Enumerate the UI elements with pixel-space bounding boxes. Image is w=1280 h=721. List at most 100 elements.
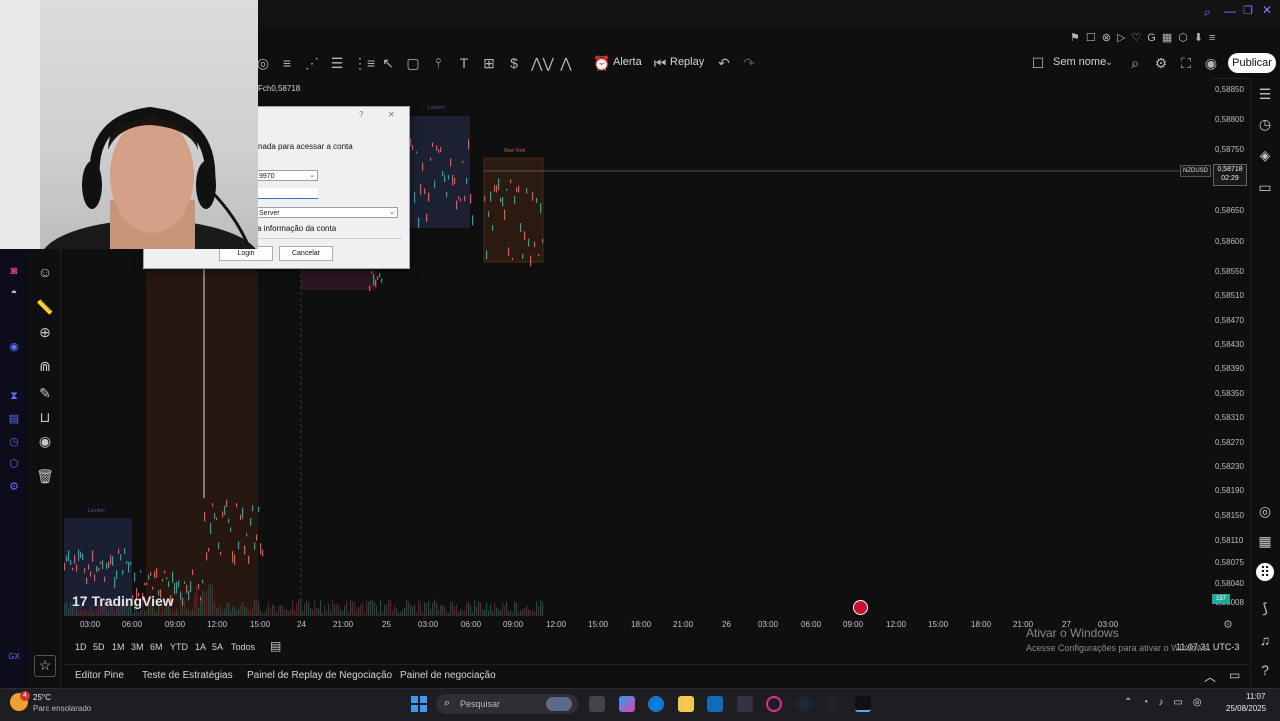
- password-field[interactable]: [256, 188, 318, 199]
- minimize-icon[interactable]: —: [1224, 4, 1236, 18]
- rectangle-icon[interactable]: ▢: [404, 55, 422, 71]
- replay-icon[interactable]: ⏮: [651, 55, 669, 71]
- quick-search-icon[interactable]: ⌕: [1126, 55, 1144, 71]
- weather-temp[interactable]: 25°C: [33, 693, 51, 702]
- replay-button[interactable]: Replay: [670, 56, 704, 68]
- nav-circle-icon[interactable]: ◉: [6, 340, 22, 354]
- alerts-clock-icon[interactable]: ◷: [1256, 115, 1274, 133]
- range-ytd-button[interactable]: YTD: [170, 642, 188, 652]
- dialog-help-button[interactable]: ?: [359, 110, 363, 119]
- calendar-icon[interactable]: ▦: [1256, 532, 1274, 550]
- obs-icon[interactable]: [826, 696, 842, 712]
- pencil-lock-icon[interactable]: ✎: [36, 384, 54, 402]
- range-1m-button[interactable]: 1M: [112, 642, 125, 652]
- taskbar-date[interactable]: 25/08/2025: [1226, 704, 1266, 713]
- undo-icon[interactable]: ↶: [715, 55, 733, 71]
- price-note-icon[interactable]: $: [505, 55, 523, 71]
- weather-desc[interactable]: Parc ensolarado: [33, 704, 91, 713]
- publish-button[interactable]: Publicar: [1228, 53, 1276, 73]
- trend-lines-icon[interactable]: ⋰: [303, 55, 321, 71]
- nav-settings-icon[interactable]: ⚙: [6, 480, 22, 494]
- search-icon[interactable]: ⌕: [1204, 5, 1211, 20]
- text-icon[interactable]: T: [455, 55, 473, 71]
- lock-icon[interactable]: ⊔: [36, 408, 54, 426]
- close-icon[interactable]: ✕: [1262, 3, 1272, 17]
- nav-puzzle-icon[interactable]: ⬡: [6, 457, 22, 471]
- range-6m-button[interactable]: 6M: [150, 642, 163, 652]
- elliott-icon[interactable]: ⋀: [557, 55, 575, 71]
- discord-icon[interactable]: ◓: [6, 287, 22, 301]
- magnet-icon[interactable]: ⋒: [36, 357, 54, 375]
- taskbar-search[interactable]: ⌕ Pesquisar: [436, 694, 578, 714]
- layout-name-button[interactable]: Sem nome: [1053, 56, 1106, 68]
- windows-start-icon[interactable]: [411, 696, 427, 712]
- range-3m-button[interactable]: 3M: [131, 642, 144, 652]
- outlook-icon[interactable]: [707, 696, 723, 712]
- calculator-icon[interactable]: [737, 696, 753, 712]
- broadcast-icon[interactable]: ⟆: [1256, 599, 1274, 617]
- login-field[interactable]: 9970 ⌄: [256, 170, 318, 181]
- favorites-star-icon[interactable]: ☆: [34, 655, 56, 677]
- pattern-icon[interactable]: ⋀⋁: [531, 55, 554, 71]
- alert-button[interactable]: Alerta: [613, 56, 642, 68]
- maximize-icon[interactable]: ❐: [1243, 4, 1253, 17]
- opera-gx-icon[interactable]: [766, 696, 782, 712]
- trash-icon[interactable]: 🗑: [36, 467, 54, 485]
- help-icon[interactable]: ?: [1256, 661, 1274, 679]
- apps-grid-icon[interactable]: ⠿: [1256, 563, 1274, 581]
- dialog-close-button[interactable]: ✕: [388, 110, 395, 119]
- layers-icon[interactable]: ◈: [1256, 146, 1274, 164]
- edge-icon[interactable]: [648, 696, 664, 712]
- ruler-icon[interactable]: 📏: [36, 298, 54, 316]
- camera-icon[interactable]: ◉: [1202, 55, 1220, 71]
- nav-grid-icon[interactable]: ▤: [6, 412, 22, 426]
- bell-icon[interactable]: ♫: [1256, 631, 1274, 649]
- instagram-icon[interactable]: ◙: [6, 265, 22, 279]
- fullscreen-icon[interactable]: ⛶: [1177, 55, 1195, 71]
- save-account-checkbox-label[interactable]: a informação da conta: [257, 224, 336, 233]
- nav-hourglass-icon[interactable]: ⧗: [6, 390, 22, 404]
- target-icon[interactable]: ◎: [1256, 502, 1274, 520]
- tab-trading-panel[interactable]: Painel de negociação: [400, 670, 496, 681]
- tradingview-taskbar-icon[interactable]: [855, 696, 871, 712]
- nav-gx-icon[interactable]: GX: [6, 652, 22, 666]
- note-icon[interactable]: ⊞: [480, 55, 498, 71]
- lines-icon[interactable]: ≡: [278, 55, 296, 71]
- pointer-icon[interactable]: ↖: [379, 55, 397, 71]
- maximize-panel-icon[interactable]: ▭: [1229, 668, 1240, 682]
- zoom-in-icon[interactable]: ⊕: [36, 323, 54, 341]
- top-right-icons[interactable]: ⚑☐⊗▷♡G▦⬡⬇≡: [1070, 31, 1275, 47]
- range-1a-button[interactable]: 1A: [195, 642, 206, 652]
- chevron-down-icon[interactable]: ⌄: [1100, 55, 1118, 71]
- pitchfork-icon[interactable]: ⫯: [429, 55, 447, 71]
- date-range-icon[interactable]: ▤: [270, 639, 281, 653]
- file-explorer-icon[interactable]: [678, 696, 694, 712]
- nav-clock-icon[interactable]: ◷: [6, 435, 22, 449]
- gear-icon[interactable]: ⚙: [1152, 55, 1170, 71]
- task-view-icon[interactable]: [589, 696, 605, 712]
- layout-icon[interactable]: ☐: [1029, 55, 1047, 71]
- chat-icon[interactable]: ▭: [1256, 178, 1274, 196]
- copilot-icon[interactable]: [619, 696, 635, 712]
- watchlist-icon[interactable]: ☰: [1256, 85, 1274, 103]
- range-5a-button[interactable]: 5A: [212, 642, 223, 652]
- range-all-button[interactable]: Todos: [231, 642, 255, 652]
- tab-pine-editor[interactable]: Editor Pine: [75, 670, 124, 681]
- axis-settings-icon[interactable]: ⚙: [1223, 618, 1233, 631]
- steam-icon[interactable]: [796, 696, 812, 712]
- server-select[interactable]: Server ⌄: [256, 207, 398, 218]
- parallel-channel-icon[interactable]: ☰: [328, 55, 346, 71]
- range-1d-button[interactable]: 1D: [75, 642, 87, 652]
- eye-icon[interactable]: ◉: [36, 432, 54, 450]
- cancel-button[interactable]: Cancelar: [279, 246, 333, 261]
- tab-strategy-tester[interactable]: Teste de Estratégias: [142, 670, 233, 681]
- collapse-panel-icon[interactable]: ︿: [1204, 668, 1216, 685]
- tab-replay-trading[interactable]: Painel de Replay de Negociação: [247, 670, 392, 681]
- emoji-icon[interactable]: ☺: [36, 263, 54, 281]
- redo-icon[interactable]: ↷: [740, 55, 758, 71]
- alarm-clock-icon[interactable]: ⏰: [593, 55, 611, 71]
- us-flag-event-icon[interactable]: [853, 600, 868, 615]
- range-5d-button[interactable]: 5D: [93, 642, 105, 652]
- taskbar-time[interactable]: 11:07: [1246, 692, 1265, 701]
- system-tray-icons[interactable]: ⌃◔♪▭◎: [1124, 697, 1212, 708]
